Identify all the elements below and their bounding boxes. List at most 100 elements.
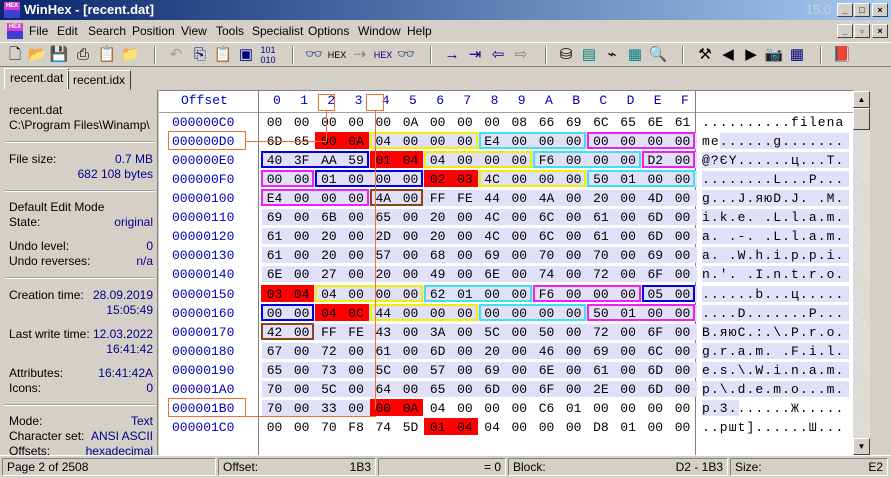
hex-byte[interactable]: 74 [370, 420, 397, 435]
hex-byte[interactable]: 00 [343, 210, 370, 225]
menu-view[interactable]: View [181, 20, 207, 42]
hex-byte[interactable]: 6F [642, 267, 669, 282]
hex-byte[interactable]: 00 [261, 420, 288, 435]
hex-byte[interactable]: 00 [669, 172, 696, 187]
hex-byte[interactable]: 20 [479, 344, 506, 359]
next-page-icon[interactable]: ▶ [740, 45, 762, 65]
text-row[interactable]: n.'. .I.n.t.r.o. [702, 267, 844, 282]
doc-restore-button[interactable]: ▫ [854, 24, 870, 38]
menu-file[interactable]: File [29, 20, 48, 42]
hex-byte[interactable]: 20 [424, 229, 451, 244]
hex-byte[interactable]: 01 [560, 401, 587, 416]
print-icon[interactable]: ⎙ [72, 45, 94, 65]
hex-byte[interactable]: 00 [343, 287, 370, 302]
convert-icon[interactable]: 101 010 [257, 45, 279, 65]
row-offset[interactable]: 000001C0 [172, 420, 234, 435]
hex-byte[interactable]: 00 [560, 363, 587, 378]
goto-sector-icon[interactable]: ⇥ [464, 45, 486, 65]
hex-byte[interactable]: 00 [587, 153, 614, 168]
hex-byte[interactable]: 00 [424, 115, 451, 130]
hex-byte[interactable]: F8 [343, 420, 370, 435]
hex-byte[interactable]: E4 [261, 191, 288, 206]
hex-byte[interactable]: 74 [533, 267, 560, 282]
hex-byte[interactable]: 00 [343, 191, 370, 206]
maximize-button[interactable]: □ [854, 3, 870, 17]
hex-byte[interactable]: 00 [397, 229, 424, 244]
hex-byte[interactable]: 40 [261, 153, 288, 168]
row-offset[interactable]: 00000140 [172, 267, 234, 282]
write-clipboard-icon[interactable]: ▣ [235, 45, 257, 65]
tab-recent-idx[interactable]: recent.idx [67, 70, 132, 90]
hex-byte[interactable]: 00 [288, 248, 315, 263]
hex-byte[interactable]: 61 [587, 210, 614, 225]
hex-byte[interactable]: 6D [479, 382, 506, 397]
hex-byte[interactable]: FE [343, 325, 370, 340]
hex-byte[interactable]: 00 [506, 153, 533, 168]
hex-byte[interactable]: 04 [424, 401, 451, 416]
hex-byte[interactable]: 00 [288, 267, 315, 282]
menu-specialist[interactable]: Specialist [252, 20, 303, 42]
hex-byte[interactable]: 00 [587, 134, 614, 149]
hex-byte[interactable]: 61 [261, 248, 288, 263]
hex-byte[interactable]: 57 [424, 363, 451, 378]
hex-byte[interactable]: 00 [506, 420, 533, 435]
hex-byte[interactable]: 00 [560, 420, 587, 435]
hex-byte[interactable]: 50 [587, 306, 614, 321]
prev-page-icon[interactable]: ◀ [717, 45, 739, 65]
text-row[interactable]: me......g....... [702, 134, 844, 149]
hex-byte[interactable]: 03 [261, 287, 288, 302]
hex-byte[interactable]: 67 [261, 344, 288, 359]
hex-byte[interactable]: 69 [560, 115, 587, 130]
hex-byte[interactable]: 00 [506, 172, 533, 187]
hex-byte[interactable]: 00 [397, 287, 424, 302]
hex-byte[interactable]: 04 [288, 287, 315, 302]
back-icon[interactable]: ⇦ [487, 45, 509, 65]
hex-byte[interactable]: 27 [315, 267, 342, 282]
hex-byte[interactable]: 00 [615, 267, 642, 282]
menu-help[interactable]: Help [407, 20, 432, 42]
hex-byte[interactable]: 00 [669, 153, 696, 168]
minimize-button[interactable]: _ [837, 3, 853, 17]
help-book-icon[interactable]: 📕 [831, 45, 853, 65]
scroll-down-button[interactable]: ▼ [853, 438, 870, 455]
replace-hex-icon[interactable]: HEX [372, 45, 394, 65]
hex-byte[interactable]: 6E [479, 267, 506, 282]
hex-editor[interactable]: Offset 0123456789ABCDEF 000000C0 00 00 00 00… [159, 90, 853, 455]
menu-edit[interactable]: Edit [57, 20, 78, 42]
hex-byte[interactable]: 00 [397, 363, 424, 378]
hex-byte[interactable]: 6E [261, 267, 288, 282]
doc-close-button[interactable]: × [872, 24, 888, 38]
text-row[interactable]: a. .-. .L.l.a.m. [702, 229, 844, 244]
hex-byte[interactable]: 00 [560, 287, 587, 302]
hex-byte[interactable]: 00 [669, 325, 696, 340]
doc-minimize-button[interactable]: _ [837, 24, 853, 38]
hex-byte[interactable]: 00 [615, 382, 642, 397]
hex-byte[interactable]: 00 [642, 306, 669, 321]
hex-byte[interactable]: 00 [615, 153, 642, 168]
hex-byte[interactable]: 4C [479, 172, 506, 187]
hex-byte[interactable]: 00 [451, 134, 478, 149]
hex-byte[interactable]: 00 [615, 210, 642, 225]
hex-byte[interactable]: 65 [261, 363, 288, 378]
hex-byte[interactable]: 69 [587, 344, 614, 359]
hex-byte[interactable]: 00 [288, 382, 315, 397]
hex-byte[interactable]: 04 [397, 153, 424, 168]
hex-byte[interactable]: F6 [533, 153, 560, 168]
hex-byte[interactable]: 00 [315, 191, 342, 206]
hex-byte[interactable]: 00 [506, 287, 533, 302]
hex-byte[interactable]: 08 [506, 115, 533, 130]
hex-byte[interactable]: 00 [669, 134, 696, 149]
hex-byte[interactable]: 6D [642, 229, 669, 244]
hex-byte[interactable]: 01 [615, 172, 642, 187]
disk-icon[interactable]: ⛁ [555, 45, 577, 65]
hex-byte[interactable]: 00 [560, 210, 587, 225]
hex-byte[interactable]: 6C [642, 344, 669, 359]
hex-byte[interactable]: 00 [506, 344, 533, 359]
hex-byte[interactable]: 00 [451, 344, 478, 359]
hex-byte[interactable]: 6D [642, 210, 669, 225]
hex-byte[interactable]: 72 [587, 267, 614, 282]
forward-icon[interactable]: ⇨ [510, 45, 532, 65]
hex-byte[interactable]: 62 [424, 287, 451, 302]
hex-byte[interactable]: 00 [451, 229, 478, 244]
hex-byte[interactable]: 00 [397, 191, 424, 206]
